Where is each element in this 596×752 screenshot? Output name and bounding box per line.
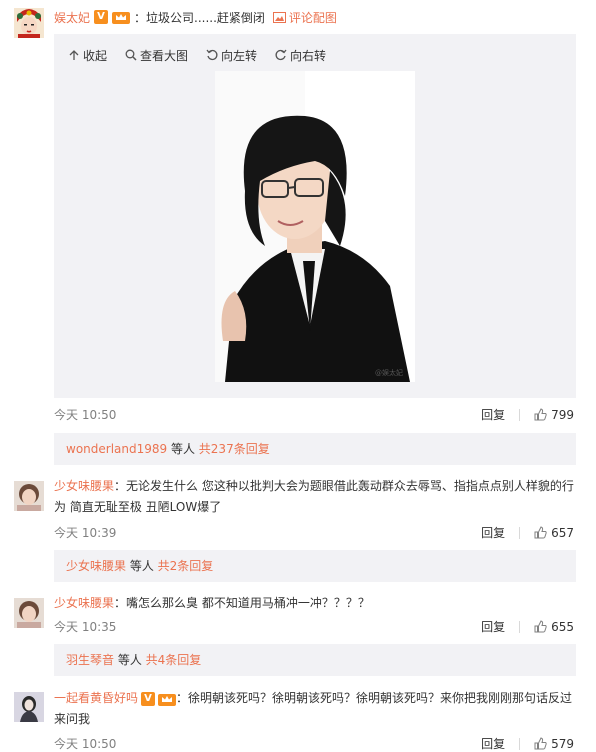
comment-image-label: 评论配图 (288, 10, 337, 25)
avatar-image (14, 692, 44, 722)
crown-icon (158, 693, 177, 706)
rotate-left-button[interactable]: 向左转 (206, 46, 257, 64)
reply-button[interactable]: 回复 (481, 735, 505, 752)
like-button[interactable]: 579 (534, 737, 574, 751)
like-icon (534, 620, 547, 633)
avatar-yiqikan[interactable] (14, 692, 44, 722)
reply-button[interactable]: 回复 (481, 618, 505, 635)
replies-user-link[interactable]: 羽生琴音 (66, 653, 114, 667)
replies-user-link[interactable]: wonderland1989 (66, 442, 167, 456)
replies-user-link[interactable]: 少女味腰果 (66, 559, 126, 573)
comment-text-line2: 来问我 (54, 712, 91, 726)
zoom-icon (125, 49, 137, 61)
image-icon (272, 11, 286, 23)
like-count: 655 (551, 619, 574, 634)
replies-summary: 少女味腰果 等人 共2条回复 (54, 550, 576, 582)
collapse-button[interactable]: 收起 (68, 46, 107, 64)
comment-actions: 回复 655 (481, 618, 574, 635)
post-photo[interactable]: @娱太妃 (215, 71, 415, 382)
comment-text: ：无论发生什么 您这种以批判大会为题眼借此轰动群众去辱骂、指指点点别人样貌的行 (114, 479, 574, 493)
replies-middle-text: 等人 (126, 559, 158, 573)
replies-middle-text: 等人 (114, 653, 146, 667)
like-count: 579 (551, 736, 574, 751)
reply-button[interactable]: 回复 (481, 524, 505, 541)
comment-time: 今天 10:50 (54, 408, 117, 422)
username-link[interactable]: 少女味腰果 (54, 479, 114, 493)
comment-text: ：垃圾公司......赶紧倒闭 (134, 10, 265, 25)
rotate-right-label: 向右转 (290, 48, 327, 63)
rotate-left-label: 向左转 (221, 48, 258, 63)
comment-text: ：嘴怎么那么臭 都不知道用马桶冲一冲？？？？ (114, 596, 370, 610)
divider (519, 737, 521, 750)
person-photo: @娱太妃 (215, 71, 415, 382)
divider (519, 526, 521, 539)
comment-actions: 回复 579 (481, 735, 574, 752)
like-icon (534, 408, 547, 421)
v-badge-icon: V (141, 691, 156, 706)
avatar-shaonv[interactable] (14, 598, 44, 628)
replies-count-link[interactable]: 共2条回复 (158, 559, 214, 573)
username-link[interactable]: 娱太妃 (54, 9, 90, 26)
rotate-left-icon (206, 49, 218, 61)
collapse-icon (69, 50, 79, 60)
comment-header: 娱太妃 V ：垃圾公司......赶紧倒闭 评论配图 (54, 8, 337, 26)
avatar-image (14, 598, 44, 628)
comment-actions: 回复 657 (481, 524, 574, 541)
replies-summary: wonderland1989 等人 共237条回复 (54, 433, 576, 465)
divider (519, 408, 521, 421)
comment-actions: 回复 799 (481, 406, 574, 423)
comment-body: 少女味腰果：嘴怎么那么臭 都不知道用马桶冲一冲？？？？ (54, 593, 580, 614)
like-icon (534, 737, 547, 750)
replies-summary: 羽生琴音 等人 共4条回复 (54, 644, 576, 676)
view-large-button[interactable]: 查看大图 (125, 46, 188, 64)
view-large-label: 查看大图 (140, 48, 189, 63)
comment-time: 今天 10:35 (54, 620, 117, 634)
like-button[interactable]: 657 (534, 526, 574, 540)
like-count: 657 (551, 525, 574, 540)
comment-body: 一起看黄昏好吗 V ：徐明朝该死吗？徐明朝该死吗？徐明朝该死吗？来你把我刚刚那句… (54, 688, 580, 730)
like-button[interactable]: 655 (534, 620, 574, 634)
comment-time: 今天 10:39 (54, 526, 117, 540)
like-count: 799 (551, 407, 574, 422)
comment-time: 今天 10:50 (54, 737, 117, 751)
crown-icon (112, 12, 131, 24)
comment-body: 少女味腰果：无论发生什么 您这种以批判大会为题眼借此轰动群众去辱骂、指指点点别人… (54, 476, 580, 518)
avatar-yutaifei[interactable] (14, 8, 44, 38)
v-badge-icon: V (94, 10, 109, 24)
avatar-image (14, 481, 44, 511)
collapse-label: 收起 (83, 48, 108, 63)
like-icon (534, 526, 547, 539)
comment-image-link[interactable]: 评论配图 (272, 9, 337, 26)
rotate-right-icon (275, 49, 287, 61)
image-toolbar: 收起 查看大图 向左转 向右转 (68, 46, 326, 64)
reply-button[interactable]: 回复 (481, 406, 505, 423)
username-link[interactable]: 一起看黄昏好吗 (54, 688, 138, 709)
replies-count-link[interactable]: 共4条回复 (146, 653, 202, 667)
avatar-image (14, 8, 44, 38)
rotate-right-button[interactable]: 向右转 (275, 46, 326, 64)
like-button[interactable]: 799 (534, 408, 574, 422)
replies-count-link[interactable]: 共237条回复 (199, 442, 270, 456)
watermark-text: @娱太妃 (375, 368, 403, 377)
comment-text: ：徐明朝该死吗？徐明朝该死吗？徐明朝该死吗？来你把我刚刚那句话反过 (176, 691, 573, 705)
comment-text-line2: 为 简直无耻至极 丑陋LOW爆了 (54, 500, 222, 514)
username-link[interactable]: 少女味腰果 (54, 596, 114, 610)
avatar-shaonv[interactable] (14, 481, 44, 511)
replies-middle-text: 等人 (167, 442, 199, 456)
divider (519, 620, 521, 633)
